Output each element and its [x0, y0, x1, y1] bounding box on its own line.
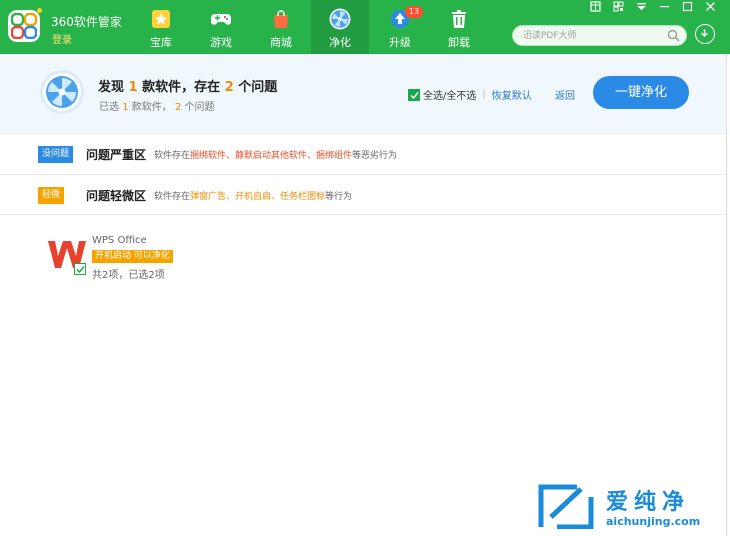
nav-item-games[interactable]: 游戏 — [192, 0, 250, 54]
window-controls — [584, 1, 722, 17]
nav-item-upgrade[interactable]: 13 升级 — [371, 0, 429, 54]
shopping-bag-icon — [274, 10, 288, 28]
download-arrow-icon — [701, 29, 708, 37]
divider — [0, 214, 726, 215]
software-item-count: 共2项，已选2项 — [92, 270, 165, 281]
status-badge: 没问题 — [38, 146, 74, 163]
section-description: 软件存在捆绑软件、静默启动其他软件、捆绑组件等恶劣行为 — [154, 151, 398, 161]
watermark-title: 爱纯净 — [606, 490, 691, 515]
checkmark-icon — [76, 266, 85, 274]
close-icon[interactable] — [699, 1, 722, 17]
purify-summary: 发现 1 款软件，存在 2 个问题 已选 1 款软件， 2 个问题 全选/全不选… — [0, 54, 726, 132]
watermark-logo-icon — [538, 484, 594, 529]
login-link[interactable]: 登录 — [52, 31, 72, 46]
upgrade-count-badge: 13 — [405, 6, 423, 18]
software-count: 1 — [128, 80, 138, 95]
divider — [726, 54, 727, 536]
issue-count: 2 — [224, 80, 234, 95]
section-title: 问题轻微区 — [86, 189, 147, 203]
trash-icon — [452, 10, 466, 28]
restore-default-link[interactable]: 恢复默认 — [492, 87, 532, 102]
section-title: 问题严重区 — [86, 148, 147, 162]
nav-label: 商城 — [270, 36, 292, 49]
gamepad-icon — [211, 14, 231, 25]
nav-item-purify[interactable]: 净化 — [311, 0, 369, 54]
nav-label: 游戏 — [210, 36, 232, 49]
select-all-label[interactable]: 全选/全不选 — [423, 87, 476, 102]
section-description: 软件存在弹窗广告、开机自启、任务栏图标等行为 — [154, 192, 353, 202]
search-input[interactable] — [523, 28, 663, 44]
software-checkbox[interactable] — [74, 263, 86, 275]
severe-issues-section: 没问题 问题严重区 软件存在捆绑软件、静默启动其他软件、捆绑组件等恶劣行为 — [0, 133, 726, 173]
skin-icon[interactable] — [584, 1, 607, 17]
search-box — [512, 25, 687, 46]
top-bar: 360软件管家 登录 宝库 游戏 商城 净化 13 升级 卸载 迅读PDF大师 — [0, 0, 730, 54]
select-all-checkbox[interactable] — [408, 88, 420, 101]
minimize-icon[interactable] — [653, 1, 676, 17]
menu-icon[interactable] — [630, 1, 653, 17]
one-click-clean-button[interactable]: 一键净化 — [593, 76, 689, 109]
app-title: 360软件管家 — [51, 15, 122, 29]
qrcode-icon[interactable] — [607, 1, 630, 17]
nav-label: 升级 — [389, 36, 411, 49]
return-link[interactable]: 返回 — [555, 87, 575, 102]
notification-dot — [37, 8, 42, 13]
nav-item-baoku[interactable]: 宝库 — [132, 0, 190, 54]
nav-label: 卸载 — [448, 36, 470, 49]
status-badge: 开机启动 可以净化 — [92, 250, 173, 263]
software-name: WPS Office — [92, 235, 147, 246]
summary-subtitle: 已选 1 款软件， 2 个问题 — [99, 102, 215, 113]
purify-fan-icon — [40, 70, 84, 114]
watermark-url: aichunjing.com — [606, 515, 701, 528]
nav-item-shop[interactable]: 商城 — [252, 0, 310, 54]
divider: | — [482, 89, 486, 100]
maximize-icon[interactable] — [676, 1, 699, 17]
status-badge: 轻微 — [38, 187, 65, 204]
checkmark-icon — [410, 91, 419, 99]
nav-item-uninstall[interactable]: 卸载 — [430, 0, 488, 54]
download-manager-button[interactable] — [695, 24, 715, 44]
minor-issues-section: 轻微 问题轻微区 软件存在弹窗广告、开机自启、任务栏图标等行为 — [0, 174, 726, 214]
search-icon[interactable] — [667, 29, 680, 42]
summary-title: 发现 1 款软件，存在 2 个问题 — [98, 80, 278, 95]
fan-icon — [329, 8, 351, 30]
select-all-group: 全选/全不选 | 恢复默认 — [408, 87, 532, 102]
star-icon — [152, 10, 170, 28]
nav-label: 净化 — [329, 36, 351, 49]
nav-label: 宝库 — [150, 36, 172, 49]
app-logo-icon[interactable] — [8, 10, 40, 42]
